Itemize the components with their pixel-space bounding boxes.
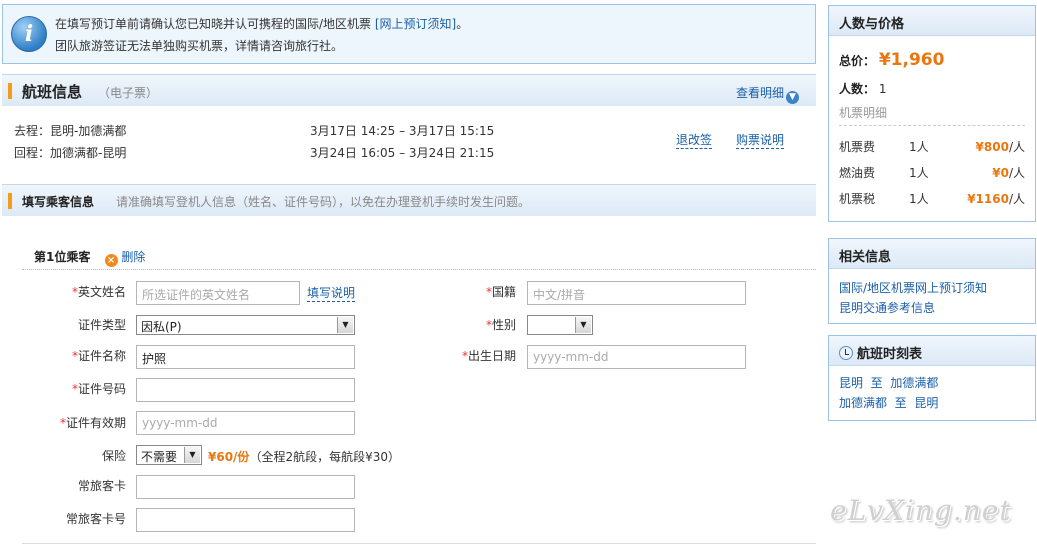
count-label: 人数： (839, 82, 876, 96)
flight-schedule-panel: 航班时刻表 昆明 至 加德满都 加德满都 至 昆明 (828, 335, 1036, 421)
fee-name: 机票税 (839, 192, 876, 206)
price-panel-title: 人数与价格 (829, 6, 1035, 36)
id-type-label: 证件类型 (77, 318, 126, 332)
view-detail-label: 查看明细 (736, 86, 785, 100)
insurance-price-info: ¥60/份（全程2航段，每航段¥30） (208, 448, 400, 465)
related-info-panel: 相关信息 国际/地区机票网上预订须知 昆明交通参考信息 (828, 238, 1036, 324)
fee-amount: ¥1160/人 (967, 192, 1025, 206)
chevron-down-icon: ▼ (786, 91, 800, 104)
id-name-input[interactable]: 护照 (136, 345, 355, 369)
view-detail-link[interactable]: 查看明细 ▼ (736, 84, 800, 104)
fill-guide-label: 填写说明 (307, 286, 356, 302)
id-number-label: *证件号码 (71, 382, 126, 396)
id-number-input[interactable] (136, 378, 355, 402)
notice-line-1: 在填写预订单前请确认您已知晓并认可携程的国际/地区机票 [网上预订须知]。 (55, 15, 468, 32)
total-price: ¥1,960 (878, 50, 945, 70)
fee-qty: 1人 (909, 192, 929, 206)
flight-info-header: 航班信息 （电子票） 查看明细 ▼ (2, 74, 816, 106)
total-price-row: 总价： ¥1,960 (839, 50, 944, 70)
booking-notice-link[interactable]: [网上预订须知] (375, 17, 456, 31)
notice-text: 在填写预订单前请确认您已知晓并认可携程的国际/地区机票 (55, 17, 372, 31)
chevron-down-icon: ▼ (575, 317, 591, 333)
nationality-input[interactable]: 中文/拼音 (527, 281, 746, 305)
return-route: 回程：加德满都-昆明 (14, 146, 127, 160)
id-type-value: 因私(P) (141, 320, 182, 334)
fee-qty: 1人 (909, 140, 929, 154)
notice-line-2: 团队旅游签证无法单独购买机票，详情请咨询旅行社。 (55, 39, 344, 53)
fee-name: 机票费 (839, 140, 876, 154)
fee-amount: ¥0/人 (992, 166, 1025, 180)
passenger-1-label: 第1位乘客 (34, 250, 91, 264)
id-name-label: *证件名称 (71, 349, 126, 363)
ffp-number-input[interactable] (136, 508, 355, 532)
fee-name: 燃油费 (839, 166, 876, 180)
passenger-count: 1 (878, 82, 887, 96)
divider (22, 269, 816, 270)
id-expiry-input[interactable]: yyyy-mm-dd (136, 411, 355, 435)
outbound-route: 去程：昆明-加德满都 (14, 124, 127, 138)
refund-change-link[interactable]: 退改签 (676, 131, 713, 149)
fee-amount: ¥800/人 (975, 140, 1025, 154)
fill-guide-link[interactable]: 填写说明 (307, 284, 356, 302)
kunming-transport-link[interactable]: 昆明交通参考信息 (839, 299, 935, 316)
total-label: 总价： (839, 54, 876, 68)
schedule-route-link[interactable]: 昆明 至 加德满都 (839, 374, 938, 391)
price-panel: 人数与价格 总价： ¥1,960 人数： 1 机票明细 机票费 1人 ¥800/… (828, 5, 1036, 222)
birth-date-label: *出生日期 (461, 349, 516, 363)
id-expiry-label: *证件有效期 (59, 416, 126, 430)
purchase-guide-link[interactable]: 购票说明 (736, 131, 785, 149)
delete-passenger-button[interactable]: × 删除 (104, 250, 146, 267)
purchase-guide-label: 购票说明 (736, 133, 785, 149)
section-marker (8, 193, 12, 209)
birth-date-input[interactable]: yyyy-mm-dd (527, 345, 746, 369)
ffp-card-label: 常旅客卡 (77, 479, 126, 493)
passenger-info-title: 填写乘客信息 (22, 195, 95, 209)
notice-suffix: 。 (456, 17, 469, 31)
flight-info-title: 航班信息 (22, 83, 83, 101)
chevron-down-icon: ▼ (337, 317, 353, 333)
watermark: eLvXing.net (830, 494, 1012, 527)
divider (839, 125, 1025, 126)
gender-label: *性别 (485, 318, 516, 332)
delete-label: 删除 (121, 250, 146, 264)
fee-qty: 1人 (909, 166, 929, 180)
ffp-number-label: 常旅客卡号 (65, 512, 126, 526)
insurance-note: （全程2航段，每航段¥30） (249, 450, 400, 464)
return-time: 3月24日 16:05 – 3月24日 21:15 (310, 146, 495, 160)
outbound-time: 3月17日 14:25 – 3月17日 15:15 (310, 124, 495, 138)
id-type-select[interactable]: 因私(P) ▼ (136, 315, 355, 335)
passenger-count-row: 人数： 1 (839, 80, 886, 97)
flight-info-subtitle: （电子票） (98, 86, 159, 100)
close-icon: × (104, 254, 118, 267)
ffp-card-input[interactable] (136, 475, 355, 499)
passenger-1-heading: 第1位乘客 × 删除 (34, 248, 145, 267)
passenger-info-header: 填写乘客信息 请准确填写登机人信息（姓名、证件号码），以免在办理登机手续时发生问… (2, 184, 816, 216)
insurance-value: 不需要 (141, 450, 178, 464)
nationality-label: *国籍 (485, 285, 516, 299)
english-name-input[interactable]: 所选证件的英文姓名 (136, 281, 300, 305)
clock-icon (839, 346, 853, 360)
section-marker (8, 83, 12, 99)
insurance-select[interactable]: 不需要 ▼ (136, 445, 202, 465)
chevron-down-icon: ▼ (184, 447, 200, 463)
english-name-label: *英文姓名 (71, 285, 126, 299)
refund-change-label: 退改签 (676, 133, 713, 149)
info-icon: i (11, 16, 47, 52)
passenger-info-subtitle: 请准确填写登机人信息（姓名、证件号码），以免在办理登机手续时发生问题。 (116, 195, 531, 209)
related-info-title: 相关信息 (829, 239, 1035, 269)
gender-select[interactable]: ▼ (527, 315, 593, 335)
ticket-detail-label: 机票明细 (839, 106, 888, 120)
notice-box: i 在填写预订单前请确认您已知晓并认可携程的国际/地区机票 [网上预订须知]。 … (2, 4, 816, 64)
insurance-price: ¥60/份 (208, 450, 250, 464)
divider (22, 543, 816, 544)
insurance-label: 保险 (101, 449, 126, 463)
schedule-route-link[interactable]: 加德满都 至 昆明 (839, 394, 938, 411)
flight-schedule-title: 航班时刻表 (829, 336, 1035, 366)
booking-notice-link[interactable]: 国际/地区机票网上预订须知 (839, 279, 987, 296)
